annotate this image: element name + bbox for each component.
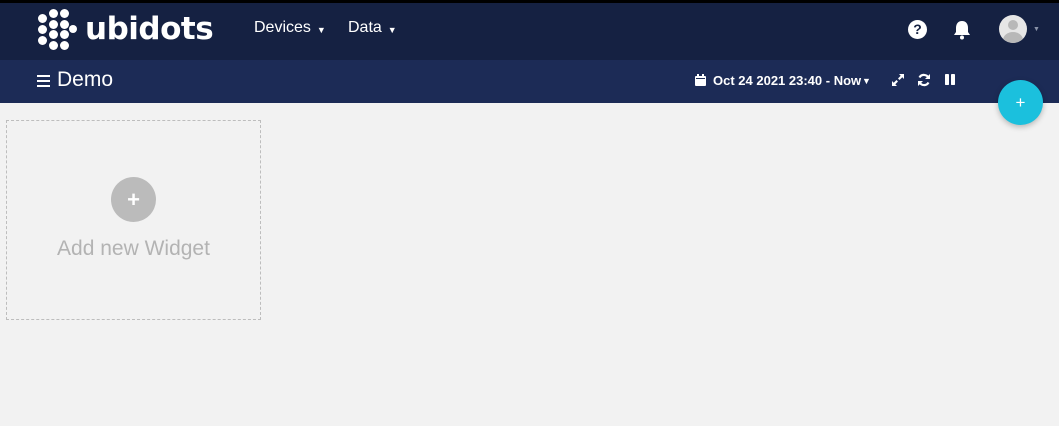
dashboard-title[interactable]: Demo [57,68,113,92]
date-range-selector[interactable]: Oct 24 2021 23:40 - Now [713,73,861,88]
avatar-head-shape [1008,20,1018,30]
bell-icon[interactable] [953,20,971,40]
refresh-icon[interactable] [917,73,931,87]
calendar-icon[interactable] [695,74,706,86]
fullscreen-icon[interactable] [891,73,905,87]
caret-down-icon: ▼ [316,24,326,35]
add-widget-plus-icon[interactable]: + [111,177,156,222]
brand-name: ubidots [85,10,214,47]
nav-data[interactable]: Data ▼ [348,19,397,37]
add-widget-label: Add new Widget [57,237,210,260]
pause-icon[interactable] [943,73,957,87]
hamburger-menu-icon[interactable] [37,75,50,87]
avatar-body-shape [1003,32,1023,43]
nav-devices[interactable]: Devices ▼ [254,19,326,37]
ubidots-logo[interactable]: ubidots [38,9,214,50]
user-avatar[interactable] [999,15,1027,43]
add-widget-placeholder[interactable]: + Add new Widget [6,120,261,320]
add-widget-fab-button[interactable]: + [998,80,1043,125]
caret-down-icon: ▼ [387,24,397,35]
nav-data-label: Data [348,19,382,36]
help-icon[interactable]: ? [908,20,927,39]
date-range-caret-icon[interactable]: ▼ [862,76,871,86]
avatar-caret-icon[interactable]: ▼ [1033,26,1040,33]
ubidots-logo-icon [38,9,78,50]
nav-devices-label: Devices [254,19,311,36]
